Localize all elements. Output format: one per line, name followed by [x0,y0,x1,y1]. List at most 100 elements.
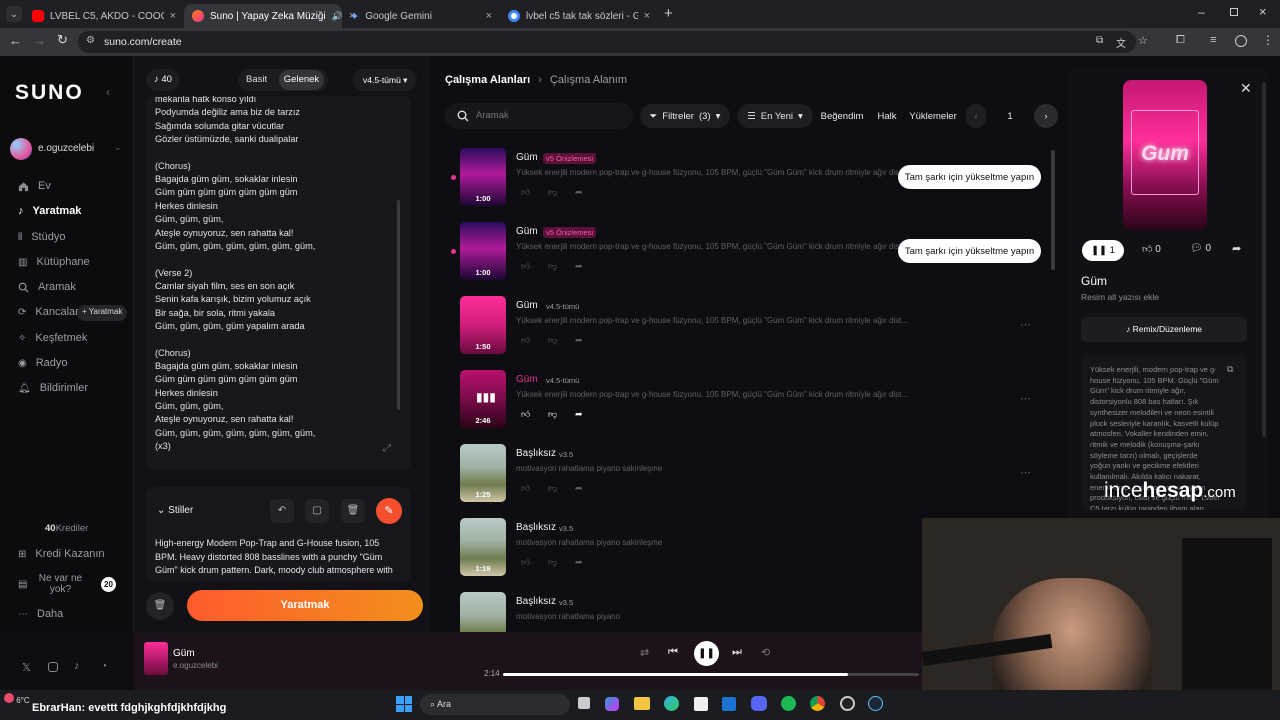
reading-list-icon[interactable]: ≡ [1210,34,1216,46]
detail-scrollbar[interactable] [1262,82,1266,437]
sidebar-item-explore[interactable]: ✧ Keşfetmek [18,332,87,344]
instagram-icon[interactable] [48,662,58,672]
play-count-button[interactable]: ❚❚ 1 [1082,240,1124,261]
minimize-window-button[interactable]: – [1198,5,1205,19]
dislike-icon[interactable]: 👎︎ [548,409,557,420]
next-track-icon[interactable]: ⏭︎ [732,646,742,659]
dislike-icon[interactable]: 👎︎ [548,261,557,272]
breadcrumb-current[interactable]: Çalışma Alanım [550,74,627,86]
sidebar-item-notifications[interactable]: 🔔︎ Bildirimler [18,382,88,394]
back-icon[interactable]: ← [9,33,22,48]
discord-icon[interactable]: ◔ [101,661,107,672]
install-app-icon[interactable]: ⧉ [1096,35,1103,46]
previous-track-icon[interactable]: ⏮︎ [668,646,678,659]
more-options-icon[interactable]: ⋯ [1020,466,1031,479]
remix-button[interactable]: ♪ Remix/Düzenleme [1081,317,1247,342]
share-icon[interactable]: ➦ [575,557,583,568]
x-social-icon[interactable]: 𝕏 [22,661,31,674]
uploads-filter[interactable]: Yüklemeler [908,104,958,128]
spotify-icon[interactable] [781,696,796,711]
breadcrumb-root[interactable]: Çalışma Alanları [445,74,530,86]
song-list-scrollbar[interactable] [1051,150,1055,270]
mode-simple-tab[interactable]: Basit [246,74,267,85]
undo-button[interactable]: ↶ [270,499,294,523]
search-input[interactable]: Aramak [445,103,633,129]
liked-filter[interactable]: Beğendim [819,104,865,128]
model-select[interactable]: v4.5-tümü ▾ [353,69,417,91]
dislike-icon[interactable]: 👎︎ [548,335,557,346]
cover-art[interactable]: Gum [1123,80,1207,230]
hooks-create-badge[interactable]: + Yaratmak [77,305,128,321]
upgrade-button[interactable]: Tam şarkı için yükseltme yapın [898,165,1041,189]
dislike-icon[interactable]: 👎︎ [548,187,557,198]
sidebar-item-studio[interactable]: ⫴ Stüdyo [18,231,65,243]
sidebar-item-home[interactable]: Ev [18,180,51,192]
prev-page-button[interactable]: ‹ [966,104,986,128]
sidebar-item-library[interactable]: ▥ Kütüphane [18,256,90,268]
sidebar-item-create[interactable]: ♪ Yaratmak [18,205,81,217]
browser-tab[interactable]: ✦ Google Gemini × [342,4,500,28]
url-field[interactable]: ⚙ suno.com/create ⧉ 文 ☆ [78,31,1148,53]
like-icon[interactable]: 👍︎ [521,557,530,568]
song-thumbnail[interactable]: 1:00 [460,222,506,280]
mode-custom-tab[interactable]: Gelenek [279,70,324,90]
share-icon[interactable]: ➦ [575,409,583,420]
song-thumbnail[interactable]: 1:25 [460,444,506,502]
styles-text[interactable]: High-energy Modern Pop-Trap and G-House … [155,537,395,578]
song-title[interactable]: Güm [516,152,538,163]
song-title[interactable]: Başlıksız [516,596,556,607]
weather-widget[interactable]: 6°C [4,693,30,705]
song-title[interactable]: Başlıksız [516,448,556,459]
tiktok-icon[interactable]: ♪ [74,660,80,672]
song-title[interactable]: Güm [516,374,538,385]
player-cover-art[interactable] [144,642,168,675]
player-artist[interactable]: e.oguzcelebi [173,661,218,670]
close-tab-icon[interactable]: × [170,10,176,22]
avatar[interactable] [10,138,32,160]
dislike-icon[interactable]: 👎︎ [548,557,557,568]
steam-icon[interactable] [868,696,883,711]
file-explorer-icon[interactable] [634,697,650,710]
like-icon[interactable]: 👍︎ [521,483,530,494]
detail-caption[interactable]: Resim alt yazısı ekle [1081,292,1159,302]
reload-icon[interactable]: ↻ [57,32,68,48]
windows-start-icon[interactable] [396,696,412,712]
close-detail-button[interactable]: ✕ [1240,80,1252,97]
collapse-sidebar-icon[interactable]: ‹ [106,85,110,99]
obs-icon[interactable] [840,696,855,711]
earn-credits-link[interactable]: ⊞ Kredi Kazanın [18,548,105,560]
sidebar-item-hooks[interactable]: ⟳ Kancalar [18,306,79,318]
song-title[interactable]: Başlıksız [516,522,556,533]
sidebar-item-search[interactable]: Aramak [18,281,76,293]
public-filter[interactable]: Halk [872,104,902,128]
share-icon[interactable]: ➦ [575,187,583,198]
forward-icon[interactable]: → [33,33,46,48]
song-thumbnail[interactable]: 1:00 [460,148,506,206]
like-icon[interactable]: 👍︎ [521,335,530,346]
chrome-icon[interactable] [810,696,825,711]
copy-description-icon[interactable]: ⧉ [1227,364,1233,375]
repeat-icon[interactable]: ⟲ [761,646,770,659]
expand-lyrics-icon[interactable]: ⤢ [383,443,391,454]
restore-window-button[interactable] [1230,8,1238,16]
more-options-icon[interactable]: ⋯ [1020,318,1031,331]
like-icon[interactable]: 👍︎ [521,409,530,420]
browser-tab-active[interactable]: Suno | Yapay Zeka Müziği 🔊 × [184,4,355,28]
user-menu-chevron-icon[interactable]: ⌄ [114,142,122,153]
like-icon[interactable]: 👍︎ [521,261,530,272]
copy-button[interactable]: ▢ [305,499,329,523]
task-view-icon[interactable] [578,697,590,709]
shuffle-icon[interactable]: ⇄ [640,646,649,659]
user-name[interactable]: e.oguzcelebi [38,143,94,154]
song-thumbnail[interactable]: 1:19 [460,518,506,576]
filters-button[interactable]: ⏷ Filtreler (3) ▾ [640,104,730,128]
translate-icon[interactable]: 文 [1116,35,1126,50]
dislike-icon[interactable]: 👎︎ [548,483,557,494]
tab-list-button[interactable]: ⌄ [6,6,22,22]
create-button[interactable]: Yaratmak [187,590,423,621]
pause-button[interactable]: ❚❚ [694,641,719,666]
copilot-icon[interactable] [605,697,619,711]
share-icon[interactable]: ➦ [575,261,583,272]
magic-wand-button[interactable]: ✎ [376,498,402,524]
page-number[interactable]: 1 [996,104,1024,128]
